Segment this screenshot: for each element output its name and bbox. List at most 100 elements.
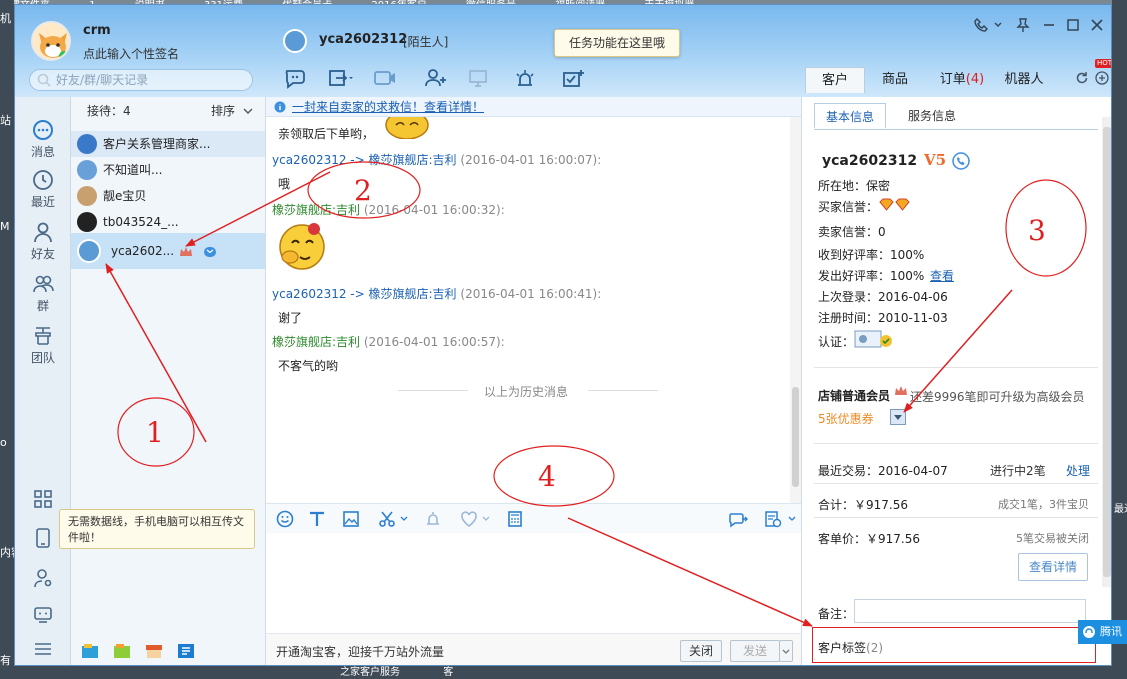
chevron-down-icon xyxy=(782,649,790,654)
sort-button[interactable]: 排序 xyxy=(211,97,235,125)
desktop-label[interactable]: 机 xyxy=(0,10,14,26)
message-sender[interactable]: yca2602312 -> 橡莎旗舰店:吉利 xyxy=(272,153,457,167)
desktop-label[interactable]: M xyxy=(0,220,14,233)
maximize-icon[interactable] xyxy=(1065,17,1081,33)
chat-history-icon[interactable] xyxy=(764,510,782,528)
refresh-icon[interactable] xyxy=(1075,71,1089,85)
annotation-number: 4 xyxy=(538,460,556,493)
notice-link[interactable]: 一封来自卖家的求救信！查看详情！ xyxy=(292,97,484,117)
close-button[interactable]: 关闭 xyxy=(680,640,722,662)
quick-reply-icon[interactable] xyxy=(728,510,748,528)
nav-friends[interactable]: 好友 xyxy=(15,221,71,262)
task-icon[interactable] xyxy=(561,67,587,89)
message-sender[interactable]: 橡莎旗舰店:吉利 xyxy=(272,335,360,349)
minimize-icon[interactable] xyxy=(1041,17,1057,33)
note-input[interactable] xyxy=(854,599,1086,623)
tags-row[interactable]: 客户标签(2) xyxy=(818,639,883,656)
nav-team[interactable]: 团队 xyxy=(15,325,71,366)
trades-in-progress: 进行中2笔 xyxy=(990,464,1046,478)
apps-grid-icon[interactable] xyxy=(33,489,53,509)
desktop-label[interactable]: o xyxy=(0,436,14,449)
screen-share-icon[interactable] xyxy=(467,67,493,89)
font-icon[interactable] xyxy=(308,510,326,528)
shop-icon[interactable] xyxy=(145,643,163,659)
tab-order[interactable]: 订单(4) xyxy=(933,67,991,93)
nav-messages[interactable]: 消息 xyxy=(15,119,71,160)
nav-groups[interactable]: 群 xyxy=(15,273,71,314)
good-rate-given: 发出好评率：100% xyxy=(818,269,925,283)
chevron-down-icon[interactable] xyxy=(243,107,253,115)
message-sender[interactable]: yca2602312 -> 橡莎旗舰店:吉利 xyxy=(272,287,457,301)
nav-label: 消息 xyxy=(30,145,55,159)
emoji-button-icon[interactable] xyxy=(276,510,294,528)
message-sender[interactable]: 橡莎旗舰店:吉利 xyxy=(272,203,360,217)
send-options-button[interactable] xyxy=(779,640,793,662)
scrollbar-thumb[interactable] xyxy=(792,387,799,487)
view-link[interactable]: 查看 xyxy=(930,267,954,284)
message-input[interactable] xyxy=(266,533,801,633)
list-item[interactable]: tb043524_... xyxy=(71,209,265,235)
tab-basic-info[interactable]: 基本信息 xyxy=(814,103,886,129)
add-contact-icon[interactable] xyxy=(423,67,449,89)
tab-service-info[interactable]: 服务信息 xyxy=(896,103,968,129)
pin-icon[interactable] xyxy=(1015,17,1031,33)
send-button[interactable]: 发送 xyxy=(730,640,780,662)
location: 所在地：保密 xyxy=(818,179,891,193)
tab-product[interactable]: 商品 xyxy=(875,67,915,93)
tab-robot[interactable]: 机器人 xyxy=(999,67,1049,93)
chevron-down-icon[interactable] xyxy=(482,516,490,522)
coupon-dropdown[interactable] xyxy=(890,409,906,425)
list-item[interactable]: 客户关系管理商家... xyxy=(71,131,265,157)
message-list[interactable]: 亲领取后下单哟， yca2602312 -> 橡莎旗舰店:吉利 (2016-04… xyxy=(266,117,788,503)
video-icon[interactable] xyxy=(373,67,399,89)
chevron-down-icon[interactable] xyxy=(993,17,1003,33)
search-input[interactable]: 好友/群/聊天记录 xyxy=(29,69,253,91)
nav-label: 好友 xyxy=(30,247,55,261)
list-item-active[interactable]: yca2602... xyxy=(71,233,265,269)
transfer-icon[interactable] xyxy=(327,67,353,89)
call-icon[interactable] xyxy=(952,152,970,170)
mobile-icon[interactable] xyxy=(33,527,53,549)
contact-avatar[interactable] xyxy=(283,29,307,53)
promo-text[interactable]: 开通淘宝客，迎接千万站外流量 xyxy=(276,643,444,660)
desktop-label[interactable]: 内容 xyxy=(0,544,14,560)
service-icon[interactable] xyxy=(33,605,53,625)
alarm-icon[interactable] xyxy=(513,67,539,89)
chevron-down-icon[interactable] xyxy=(400,516,408,522)
chevron-down-icon xyxy=(894,415,902,420)
heart-icon[interactable] xyxy=(460,510,478,528)
account-avatar[interactable] xyxy=(31,21,71,61)
add-tab-icon[interactable] xyxy=(1095,71,1109,85)
panel-scrollbar[interactable] xyxy=(1102,117,1111,587)
app-tool-icon[interactable] xyxy=(177,643,195,659)
app-tool-icon[interactable] xyxy=(113,643,131,659)
view-details-button[interactable]: 查看详情 xyxy=(1018,553,1088,581)
list-item[interactable]: 不知道叫... xyxy=(71,157,265,183)
mail-icon[interactable] xyxy=(203,246,217,258)
image-icon[interactable] xyxy=(342,510,360,528)
phone-icon[interactable] xyxy=(973,17,989,33)
tencent-service-button[interactable]: 腾讯 xyxy=(1078,620,1127,644)
close-icon[interactable] xyxy=(1089,17,1105,33)
tab-customer[interactable]: 客户 xyxy=(805,67,865,93)
menu-icon[interactable] xyxy=(33,641,53,657)
nav-recent[interactable]: 最近 xyxy=(15,169,71,210)
list-item[interactable]: 靓e宝贝 xyxy=(71,183,265,209)
desktop-label[interactable]: 之家客户服务 xyxy=(340,667,400,678)
coupon-count[interactable]: 5张优惠券 xyxy=(818,410,874,427)
chevron-down-icon[interactable] xyxy=(788,516,796,522)
signature-text[interactable]: 点此输入个性签名 xyxy=(83,45,179,62)
desktop-label[interactable]: 客 xyxy=(443,667,453,678)
calculator-icon[interactable] xyxy=(506,510,524,528)
avatar xyxy=(77,160,97,180)
screenshot-scissors-icon[interactable] xyxy=(378,510,396,528)
handle-link[interactable]: 处理 xyxy=(1066,462,1090,479)
vip-level: V5 xyxy=(924,151,947,169)
scrollbar-thumb[interactable] xyxy=(1103,127,1111,577)
app-tool-icon[interactable] xyxy=(81,643,99,659)
bell-icon[interactable] xyxy=(424,510,442,528)
user-settings-icon[interactable] xyxy=(33,567,53,589)
chat-bubble-icon[interactable] xyxy=(283,67,309,89)
desktop-label[interactable]: 站 xyxy=(0,112,14,128)
chat-scrollbar[interactable] xyxy=(790,117,801,503)
